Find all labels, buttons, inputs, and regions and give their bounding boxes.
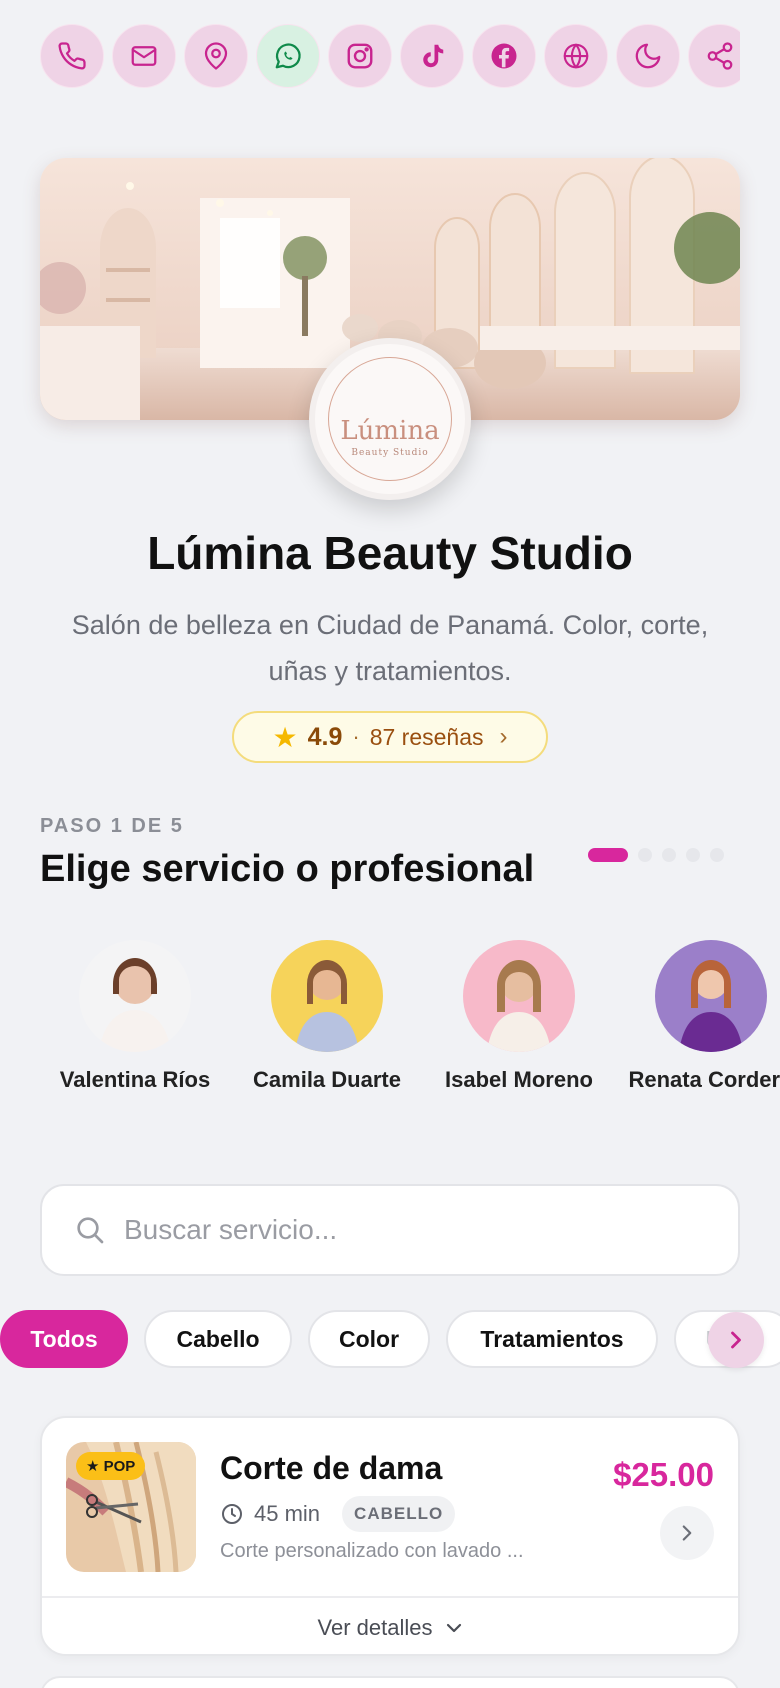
rating-badge[interactable]: ★ 4.9 · 87 reseñas › bbox=[232, 711, 548, 763]
staff-card[interactable]: Valentina Ríos bbox=[40, 940, 230, 1094]
service-open-button[interactable] bbox=[660, 1506, 714, 1560]
whatsapp-icon bbox=[275, 43, 301, 69]
email-button[interactable] bbox=[112, 24, 176, 88]
chevron-right-icon: › bbox=[499, 723, 508, 750]
chevron-right-icon bbox=[682, 1525, 692, 1541]
step-label: PASO 1 DE 5 bbox=[40, 815, 184, 837]
staff-carousel: Valentina Ríos Camila Duarte Isabel More… bbox=[40, 940, 780, 1120]
category-filter: Todos Cabello Color Tratamientos Uñas bbox=[0, 1308, 780, 1372]
service-details-toggle[interactable]: Ver detalles bbox=[42, 1596, 738, 1654]
contact-actions-bar bbox=[40, 24, 740, 88]
star-icon: ★ bbox=[272, 721, 298, 753]
rating-score: 4.9 bbox=[307, 722, 343, 751]
avatar bbox=[79, 940, 191, 1052]
facebook-button[interactable] bbox=[472, 24, 536, 88]
rating-separator: · bbox=[352, 724, 360, 749]
business-name: Lúmina Beauty Studio bbox=[147, 527, 633, 579]
avatar bbox=[655, 940, 767, 1052]
staff-card[interactable]: Isabel Moreno bbox=[424, 940, 614, 1094]
staff-name: Camila Duarte bbox=[253, 1067, 401, 1092]
service-name: Corte de dama bbox=[220, 1450, 443, 1486]
service-price: $25.00 bbox=[613, 1456, 714, 1493]
share-icon bbox=[707, 42, 733, 70]
phone-button[interactable] bbox=[40, 24, 104, 88]
staff-name: Renata Cordero bbox=[628, 1067, 780, 1092]
moon-icon bbox=[635, 43, 661, 69]
chip-tratamientos[interactable]: Tratamientos bbox=[446, 1310, 658, 1368]
logo-emblem: Lúmina Beauty Studio bbox=[328, 357, 452, 481]
service-search bbox=[40, 1184, 740, 1276]
chip-all[interactable]: Todos bbox=[0, 1310, 128, 1368]
location-button[interactable] bbox=[184, 24, 248, 88]
avatar bbox=[271, 940, 383, 1052]
whatsapp-button[interactable] bbox=[256, 24, 320, 88]
review-count: 87 reseñas bbox=[369, 723, 484, 750]
service-duration: 45 min bbox=[254, 1501, 321, 1526]
progress-step bbox=[710, 848, 724, 862]
search-input[interactable] bbox=[124, 1214, 684, 1246]
chip-color[interactable]: Color bbox=[308, 1310, 430, 1368]
share-button[interactable] bbox=[688, 24, 740, 88]
service-card-next[interactable] bbox=[40, 1676, 740, 1688]
service-description: Corte personalizado con lavado ... bbox=[220, 1540, 524, 1562]
instagram-icon bbox=[347, 43, 373, 69]
staff-name: Isabel Moreno bbox=[445, 1067, 593, 1092]
logo-subtitle: Beauty Studio bbox=[351, 448, 429, 458]
chip-cabello[interactable]: Cabello bbox=[144, 1310, 292, 1368]
popular-badge: ★ POP bbox=[76, 1452, 146, 1480]
progress-step bbox=[686, 848, 700, 862]
phone-icon bbox=[58, 42, 86, 70]
avatar bbox=[463, 940, 575, 1052]
staff-card[interactable]: Renata Cordero bbox=[616, 940, 780, 1094]
chips-scroll-right-button[interactable] bbox=[708, 1312, 764, 1368]
location-pin-icon bbox=[204, 42, 228, 70]
service-meta: 45 min CABELLO bbox=[220, 1496, 456, 1532]
chevron-right-icon bbox=[731, 1331, 741, 1349]
service-category-badge: CABELLO bbox=[342, 1496, 456, 1532]
tiktok-icon bbox=[423, 44, 444, 68]
step-progress bbox=[588, 848, 724, 862]
facebook-icon bbox=[491, 43, 517, 69]
business-logo: Lúmina Beauty Studio bbox=[309, 338, 471, 500]
staff-card[interactable]: Camila Duarte bbox=[232, 940, 422, 1094]
section-title: Elige servicio o profesional bbox=[40, 848, 535, 890]
progress-step bbox=[662, 848, 676, 862]
service-card[interactable]: ★ POP Corte de dama $25.00 45 min CABELL… bbox=[40, 1416, 740, 1656]
chevron-down-icon bbox=[447, 1623, 462, 1633]
progress-step bbox=[638, 848, 652, 862]
logo-wordmark: Lúmina bbox=[340, 416, 440, 446]
business-description: Salón de belleza en Ciudad de Panamá. Co… bbox=[71, 610, 709, 686]
clock-icon bbox=[222, 1504, 242, 1524]
dark-mode-toggle[interactable] bbox=[616, 24, 680, 88]
website-button[interactable] bbox=[544, 24, 608, 88]
globe-icon bbox=[563, 43, 589, 69]
mail-icon bbox=[131, 46, 157, 66]
search-icon bbox=[77, 1217, 104, 1244]
tiktok-button[interactable] bbox=[400, 24, 464, 88]
staff-name: Valentina Ríos bbox=[59, 1067, 211, 1092]
instagram-button[interactable] bbox=[328, 24, 392, 88]
progress-step-active bbox=[588, 848, 628, 862]
details-label: Ver detalles bbox=[317, 1615, 433, 1640]
